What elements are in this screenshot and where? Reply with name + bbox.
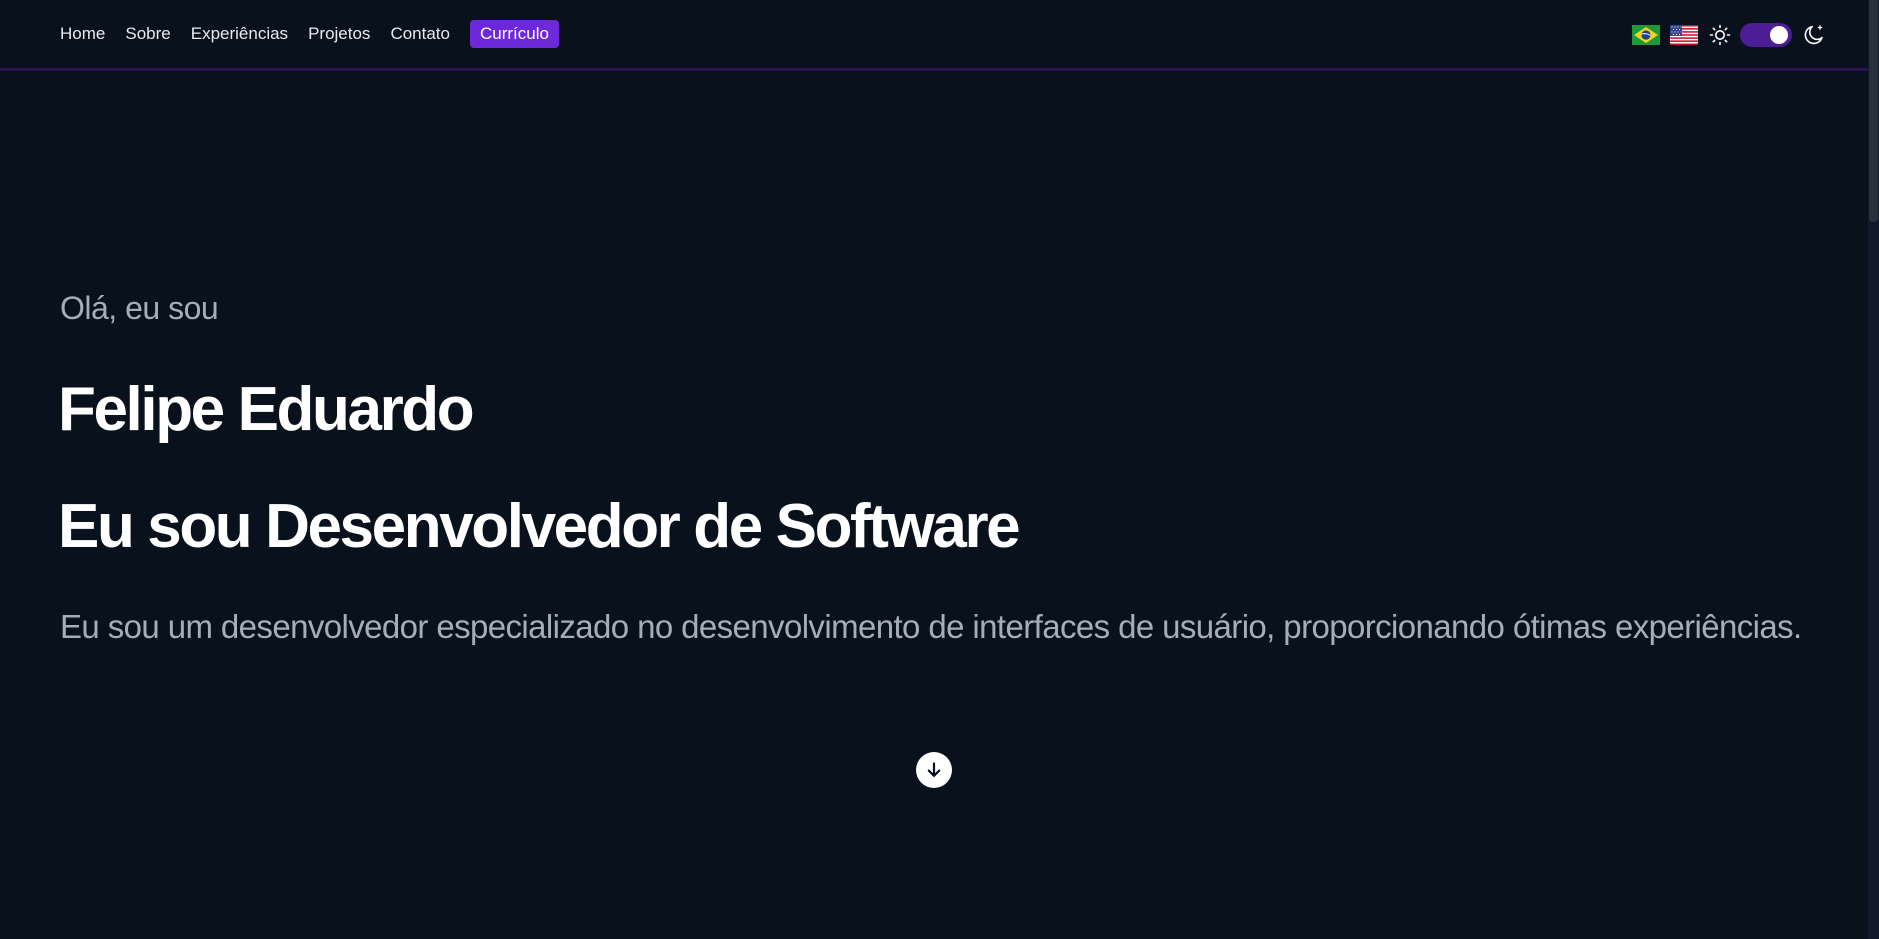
curriculo-button[interactable]: Currículo bbox=[469, 20, 559, 48]
nav-tools bbox=[1632, 20, 1826, 50]
scrollbar-thumb[interactable] bbox=[1869, 0, 1878, 222]
theme-toggle[interactable] bbox=[1740, 23, 1792, 47]
scroll-down-button[interactable] bbox=[916, 752, 952, 788]
hero-name: Felipe Eduardo bbox=[58, 375, 475, 444]
nav-link-projetos[interactable]: Projetos bbox=[308, 24, 370, 44]
nav-link-home[interactable]: Home bbox=[60, 24, 105, 44]
page: Home Sobre Experiências Projetos Contato… bbox=[0, 0, 1879, 939]
nav-link-sobre[interactable]: Sobre bbox=[125, 24, 170, 44]
brazil-flag-icon[interactable] bbox=[1632, 25, 1660, 45]
scrollbar[interactable] bbox=[1868, 0, 1879, 939]
sun-icon bbox=[1709, 24, 1731, 46]
nav-link-experiencias[interactable]: Experiências bbox=[191, 24, 288, 44]
navbar: Home Sobre Experiências Projetos Contato… bbox=[0, 0, 1868, 71]
moon-icon bbox=[1804, 25, 1823, 45]
nav-links: Home Sobre Experiências Projetos Contato… bbox=[60, 20, 559, 48]
theme-toggle-knob bbox=[1770, 26, 1788, 44]
usa-flag-icon[interactable] bbox=[1670, 25, 1698, 45]
hero-greeting: Olá, eu sou bbox=[60, 290, 219, 326]
nav-link-contato[interactable]: Contato bbox=[390, 24, 450, 44]
hero-role: Eu sou Desenvolvedor de Software bbox=[58, 492, 1021, 561]
hero-description: Eu sou um desenvolvedor especializado no… bbox=[60, 608, 1802, 645]
arrow-down-icon bbox=[927, 762, 941, 777]
